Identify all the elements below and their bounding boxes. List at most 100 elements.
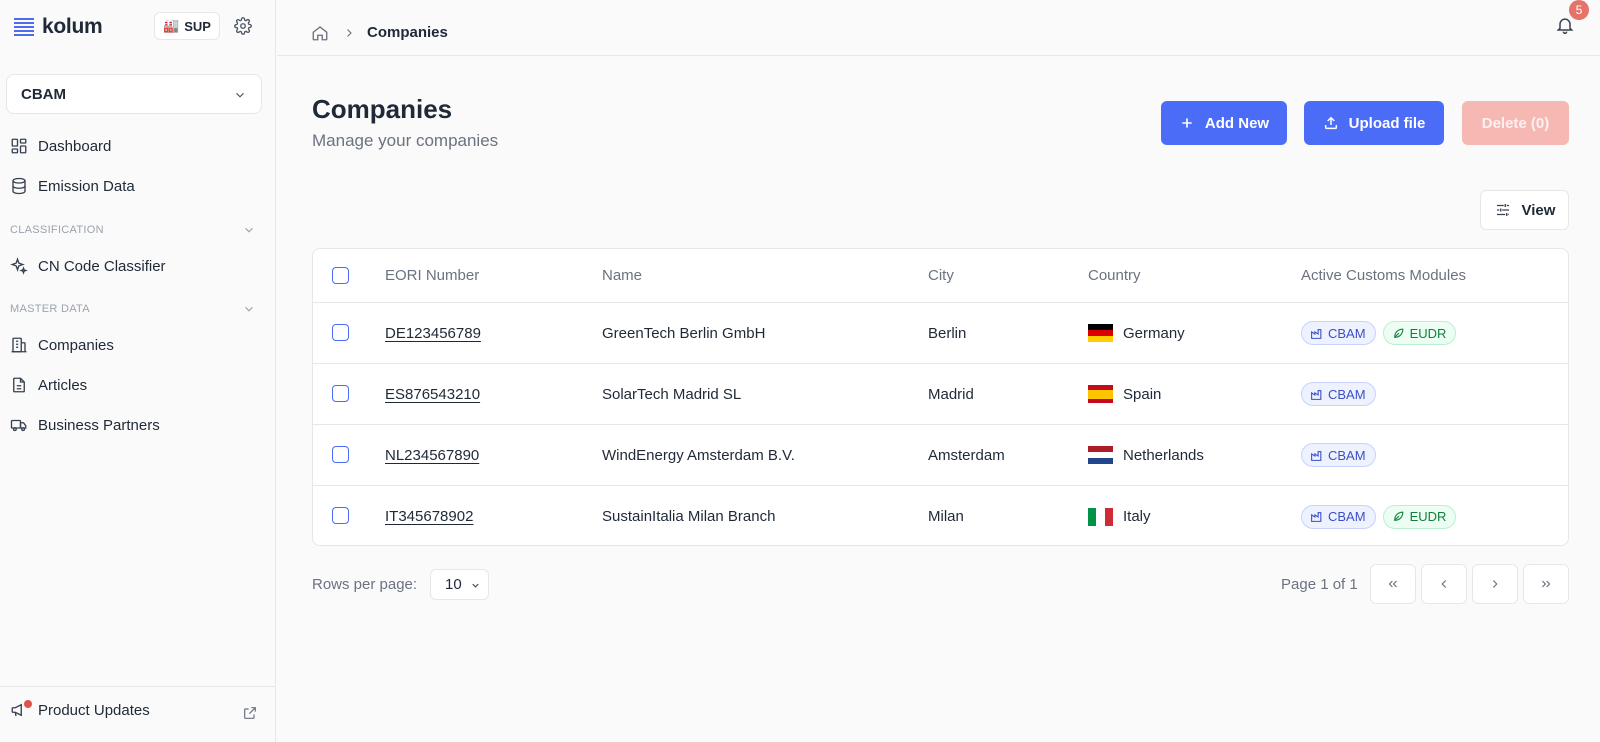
module-badge-cbam: CBAM	[1301, 321, 1376, 345]
sidebar-item-label: Emission Data	[38, 177, 135, 195]
module-badge-eudr: EUDR	[1382, 321, 1457, 345]
modules-cell: CBAM	[1301, 425, 1376, 485]
sidebar-item-business-partners[interactable]: Business Partners	[10, 410, 266, 440]
module-label: CBAM	[1328, 386, 1366, 402]
factory-icon	[1311, 450, 1322, 461]
org-badge-label: SUP	[184, 18, 211, 34]
table-row[interactable]: IT345678902 SustainItalia Milan Branch M…	[313, 486, 1568, 545]
rows-per-page-label: Rows per page:	[312, 576, 418, 593]
country-cell: Netherlands	[1088, 425, 1204, 485]
section-master-data[interactable]: MASTER DATA	[10, 301, 256, 317]
sidebar-item-articles[interactable]: Articles	[10, 370, 266, 400]
delete-label: Delete (0)	[1481, 114, 1550, 132]
plus-icon	[1182, 118, 1192, 128]
flag-netherlands-icon	[1088, 446, 1113, 464]
factory-icon	[1311, 328, 1322, 339]
sliders-icon	[1496, 204, 1509, 216]
page-info: Page 1 of 1	[1281, 576, 1358, 593]
section-classification[interactable]: CLASSIFICATION	[10, 222, 256, 238]
table-row[interactable]: DE123456789 GreenTech Berlin GmbH Berlin…	[313, 303, 1568, 364]
module-label: EUDR	[1409, 509, 1447, 524]
select-all-checkbox[interactable]	[332, 267, 349, 284]
chevron-down-icon	[245, 306, 253, 312]
column-header-city[interactable]: City	[928, 249, 954, 302]
table-row[interactable]: ES876543210 SolarTech Madrid SL Madrid S…	[313, 364, 1568, 425]
name-cell: SustainItalia Milan Branch	[602, 508, 776, 525]
country-label: Germany	[1123, 324, 1185, 342]
city-cell: Amsterdam	[928, 446, 1005, 464]
row-checkbox[interactable]	[332, 385, 349, 402]
logo[interactable]: kolum	[14, 12, 264, 42]
view-options-button[interactable]: View	[1480, 190, 1569, 230]
sidebar-item-emission-data[interactable]: Emission Data	[10, 171, 266, 201]
sidebar-item-label: CN Code Classifier	[38, 257, 166, 275]
delete-button[interactable]: Delete (0)	[1462, 101, 1569, 145]
upload-file-label: Upload file	[1348, 114, 1426, 132]
module-select-value: CBAM	[21, 85, 66, 103]
chevrons-right-icon	[1542, 580, 1551, 588]
next-page-button[interactable]	[1472, 564, 1518, 604]
previous-page-button[interactable]	[1421, 564, 1467, 604]
flag-spain-icon	[1088, 385, 1113, 403]
name-cell: SolarTech Madrid SL	[602, 385, 742, 403]
module-label: CBAM	[1328, 447, 1366, 463]
module-badge-cbam: CBAM	[1301, 504, 1376, 529]
eori-cell: ES876543210	[385, 364, 480, 424]
chevron-left-icon	[1441, 580, 1447, 588]
first-page-button[interactable]	[1370, 564, 1416, 604]
eori-cell: IT345678902	[385, 486, 473, 545]
chevron-down-icon	[245, 227, 253, 233]
page-subtitle: Manage your companies	[312, 131, 499, 150]
sidebar-item-dashboard[interactable]: Dashboard	[10, 131, 266, 161]
sidebar-item-cn-code-classifier[interactable]: CN Code Classifier	[10, 251, 266, 281]
factory-icon	[1311, 389, 1322, 400]
eori-link[interactable]: IT345678902	[385, 508, 473, 525]
column-header-country[interactable]: Country	[1088, 249, 1141, 302]
row-checkbox[interactable]	[332, 507, 349, 524]
module-select[interactable]: CBAM	[6, 74, 262, 114]
chevron-down-icon	[472, 583, 479, 588]
city-cell: Madrid	[928, 385, 974, 403]
chevrons-left-icon	[1388, 580, 1397, 588]
eori-link[interactable]: DE123456789	[385, 325, 481, 342]
name-cell: WindEnergy Amsterdam B.V.	[602, 446, 795, 464]
sidebar-item-companies[interactable]: Companies	[10, 330, 266, 360]
upload-file-button[interactable]: Upload file	[1304, 101, 1444, 145]
modules-cell: CBAM EUDR	[1301, 303, 1457, 363]
chevron-right-icon	[347, 29, 352, 37]
city-cell: Milan	[928, 508, 964, 525]
column-header-modules[interactable]: Active Customs Modules	[1301, 249, 1466, 302]
add-new-label: Add New	[1204, 114, 1270, 132]
rows-per-page-select[interactable]: 10	[430, 569, 489, 600]
leaf-icon	[1393, 511, 1403, 521]
last-page-button[interactable]	[1523, 564, 1569, 604]
chevron-down-icon	[236, 92, 244, 98]
table-row[interactable]: NL234567890 WindEnergy Amsterdam B.V. Am…	[313, 425, 1568, 486]
eori-link[interactable]: ES876543210	[385, 386, 480, 403]
city-cell: Berlin	[928, 324, 967, 342]
home-icon[interactable]	[311, 24, 329, 42]
eori-link[interactable]: NL234567890	[385, 447, 479, 464]
country-label: Netherlands	[1123, 446, 1204, 464]
database-icon	[12, 177, 26, 195]
column-header-eori[interactable]: EORI Number	[385, 249, 479, 302]
external-link-icon[interactable]	[242, 705, 258, 721]
module-badge-cbam: CBAM	[1301, 382, 1376, 406]
org-badge[interactable]: 🏭 SUP	[154, 12, 220, 40]
column-header-name[interactable]: Name	[602, 249, 642, 302]
factory-icon: 🏭	[163, 18, 180, 33]
app-name: kolum	[42, 15, 103, 38]
add-new-button[interactable]: Add New	[1161, 101, 1287, 145]
upload-icon	[1324, 116, 1337, 130]
sparkles-icon	[10, 257, 28, 275]
gear-icon[interactable]	[234, 17, 252, 35]
dashboard-icon	[11, 138, 27, 154]
sidebar-item-label: Dashboard	[38, 137, 112, 155]
sidebar-item-label: Articles	[38, 376, 88, 394]
table-header: EORI Number Name City Country Active Cus…	[313, 249, 1568, 303]
row-checkbox[interactable]	[332, 446, 349, 463]
flag-germany-icon	[1088, 324, 1113, 342]
row-checkbox[interactable]	[332, 324, 349, 341]
notification-dot	[24, 700, 32, 708]
companies-table: EORI Number Name City Country Active Cus…	[312, 248, 1569, 546]
